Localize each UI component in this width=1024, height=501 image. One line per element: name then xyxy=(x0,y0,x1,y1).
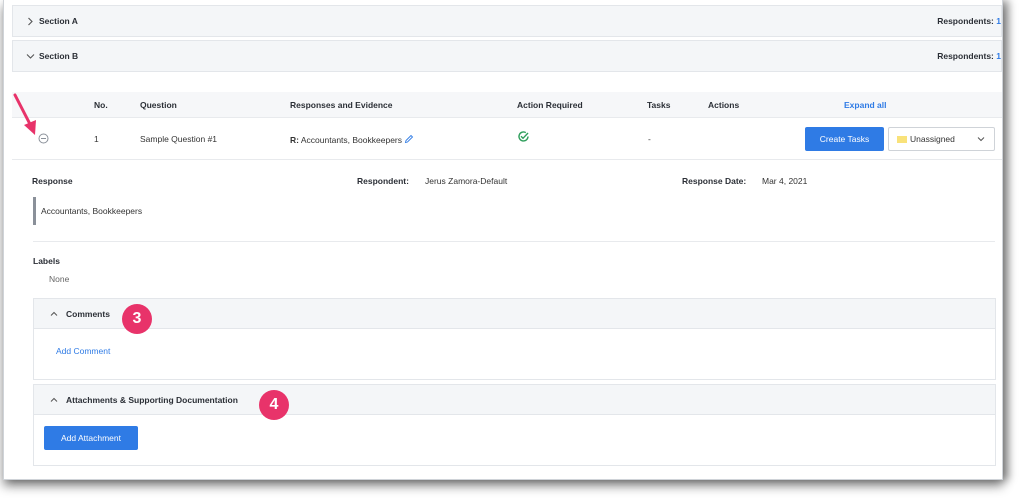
col-tasks: Tasks xyxy=(647,100,671,110)
response-date-value: Mar 4, 2021 xyxy=(762,176,808,186)
assignee-value: Unassigned xyxy=(910,134,955,144)
respondent-value: Jerus Zamora-Default xyxy=(425,176,508,186)
response-value: Accountants, Bookkeepers xyxy=(300,135,403,145)
col-actions: Actions xyxy=(708,100,740,110)
comments-panel: Comments Add Comment xyxy=(33,298,996,380)
response-text: Accountants, Bookkeepers xyxy=(41,206,143,216)
step-badge-3: 3 xyxy=(122,304,152,334)
add-attachment-button[interactable]: Add Attachment xyxy=(44,426,138,450)
annotation-arrow-icon xyxy=(13,93,36,135)
section-b-title: Section B xyxy=(39,51,79,61)
respondents-label: Respondents: xyxy=(937,51,994,61)
comments-header[interactable]: Comments xyxy=(34,299,995,329)
section-a-header[interactable]: Section A Respondents: 1 xyxy=(12,5,1002,37)
col-responses: Responses and Evidence xyxy=(290,100,393,110)
assignee-select[interactable]: Unassigned xyxy=(888,127,995,151)
step-badge-4: 4 xyxy=(259,390,289,420)
row-number: 1 xyxy=(94,134,99,144)
add-comment-link[interactable]: Add Comment xyxy=(56,346,110,356)
attachments-panel: Attachments & Supporting Documentation A… xyxy=(33,384,996,466)
response-label: Response xyxy=(32,176,73,186)
col-no: No. xyxy=(94,100,108,110)
chevron-up-icon xyxy=(50,395,58,405)
comments-title: Comments xyxy=(66,308,110,319)
col-question: Question xyxy=(140,100,177,110)
assignee-color-swatch xyxy=(897,135,907,143)
chevron-down-icon xyxy=(25,53,35,60)
chevron-down-icon xyxy=(977,134,985,144)
section-a-title: Section A xyxy=(39,16,78,26)
table-row: 1 Sample Question #1 R: Accountants, Boo… xyxy=(12,118,1002,160)
respondents-count: 1 xyxy=(996,16,1001,26)
row-response: R: Accountants, Bookkeepers xyxy=(290,134,414,146)
create-tasks-button[interactable]: Create Tasks xyxy=(805,127,884,151)
respondent-label: Respondent: xyxy=(357,176,409,186)
chevron-up-icon xyxy=(50,309,58,319)
section-b-respondents: Respondents: 1 xyxy=(937,51,1001,61)
attachments-header[interactable]: Attachments & Supporting Documentation xyxy=(34,385,995,415)
row-tasks: - xyxy=(648,134,651,144)
chevron-right-icon xyxy=(25,17,35,26)
respondents-count: 1 xyxy=(996,51,1001,61)
section-b-body: No. Question Responses and Evidence Acti… xyxy=(12,72,1002,479)
respondents-label: Respondents: xyxy=(937,16,994,26)
section-b-header[interactable]: Section B Respondents: 1 xyxy=(12,40,1002,72)
col-action-required: Action Required xyxy=(517,100,583,110)
response-date-label: Response Date: xyxy=(682,176,747,186)
pencil-icon[interactable] xyxy=(404,134,414,146)
labels-label: Labels xyxy=(33,256,60,266)
expand-all-link[interactable]: Expand all xyxy=(844,100,887,110)
check-circle-icon xyxy=(517,130,530,145)
attachments-title: Attachments & Supporting Documentation xyxy=(66,394,238,405)
response-quote-bar xyxy=(33,197,36,225)
section-a-respondents: Respondents: 1 xyxy=(937,16,1001,26)
response-prefix: R: xyxy=(290,135,299,145)
table-header: No. Question Responses and Evidence Acti… xyxy=(12,92,1002,118)
labels-value: None xyxy=(49,274,70,284)
divider xyxy=(33,241,995,242)
survey-frame: Section A Respondents: 1 Section B Respo… xyxy=(3,0,1003,480)
row-question: Sample Question #1 xyxy=(140,134,218,144)
